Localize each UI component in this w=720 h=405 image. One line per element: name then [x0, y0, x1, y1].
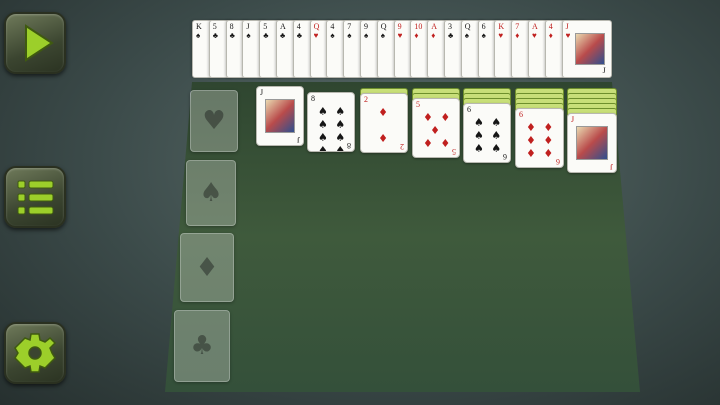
stock-card-rank: 7 [347, 22, 352, 31]
tableau-card[interactable]: 5 5 ♦ ♦ ♦ ♦ ♦ [412, 98, 460, 158]
stock-card-rank: 4 [330, 22, 335, 31]
stock-card-rank: 9 [364, 22, 368, 31]
stock-card-rank: 5 [212, 22, 217, 31]
stock-card-rank: J [246, 22, 250, 31]
card-rank-bottom: 5 [452, 147, 456, 156]
stock-card-suit: ♦ [515, 31, 520, 40]
card-rank-bottom: J [609, 162, 613, 171]
stock-card-suit: ♥ [397, 31, 403, 40]
card-pips: ♦ ♦ ♦ ♦ ♦ [423, 111, 453, 150]
menu-list-icon [17, 180, 54, 215]
tableau-card[interactable]: JJ [256, 86, 304, 146]
card-rank-bottom: J [296, 135, 300, 144]
foundation-suit-icon: ♦ [195, 252, 219, 283]
stock-card-suit: ♦ [548, 31, 553, 40]
stock-card-rank: Q [313, 22, 320, 31]
stock-card-corner: J [602, 66, 606, 75]
card-pips: ♦ ♦ ♦ ♦ ♦ ♦ [526, 121, 556, 160]
play-icon [25, 24, 54, 62]
stock-card-rank: K [498, 22, 505, 31]
stock-card-suit: ♣ [263, 31, 269, 40]
tableau-card[interactable]: JJ [567, 113, 617, 173]
foundation-suit-icon: ♠ [199, 178, 223, 208]
stock-card-rank: A [280, 22, 286, 31]
stock-card-suit: ♠ [380, 31, 386, 40]
play-button[interactable] [4, 12, 66, 74]
stock-card-suit: ♠ [246, 31, 251, 40]
stock-card-rank: A [532, 22, 538, 31]
stock-card-rank: A [431, 22, 437, 31]
foundation-slot[interactable]: ♥ [190, 90, 238, 152]
card-pips: ♦ ♦ [378, 106, 390, 145]
gear-icon [14, 333, 57, 373]
card-rank-bottom: 2 [400, 142, 404, 151]
card-pips: ♠ ♠ ♠ ♠ ♠ ♠ [474, 116, 504, 155]
stock-card-suit: ♣ [448, 31, 454, 40]
card-pips: ♠ ♠ ♠ ♠ ♠ ♠ ♠ ♠ [318, 105, 348, 152]
stock-card: J ♥ J [561, 20, 612, 78]
stock-card-rank: 8 [229, 22, 234, 31]
stock-card-suit: ♣ [296, 31, 303, 40]
card-rank-bottom: 6 [503, 152, 507, 161]
stock-card-suit: ♠ [347, 31, 352, 40]
stock-card-suit: ♥ [565, 31, 571, 40]
card-rank-bottom: 6 [556, 157, 560, 166]
stock-card-suit: ♥ [498, 31, 504, 40]
stock-card-suit: ♠ [364, 31, 369, 40]
stock-card-suit: ♣ [212, 31, 219, 40]
stock-card-suit: ♦ [414, 31, 419, 40]
stock-card-suit: ♣ [280, 31, 286, 40]
stock-card-rank: 5 [263, 22, 268, 31]
face-card-art [265, 99, 295, 133]
card-rank: 6 [467, 105, 471, 114]
stock-card-rank: 4 [548, 22, 553, 31]
face-card-art [574, 33, 605, 65]
tableau-card[interactable]: 6 6 ♦ ♦ ♦ ♦ ♦ ♦ [515, 108, 564, 168]
card-rank: 2 [364, 95, 368, 104]
stock-card-suit: ♥ [313, 31, 319, 40]
stock-card-suit: ♠ [464, 31, 470, 40]
foundation-slot[interactable]: ♣ [174, 310, 230, 382]
stock-card-suit: ♠ [196, 31, 201, 40]
foundation-slot[interactable]: ♠ [186, 160, 236, 226]
stock-card-suit: ♥ [532, 31, 537, 40]
stock-card-rank: 6 [481, 22, 486, 31]
tableau-card[interactable]: 8 8 ♠ ♠ ♠ ♠ ♠ ♠ ♠ ♠ [307, 92, 355, 152]
stock-card-suit: ♦ [431, 31, 436, 40]
tableau-card[interactable]: 2 2 ♦ ♦ [360, 93, 408, 153]
stock-card-suit: ♠ [330, 31, 335, 40]
foundation-slot[interactable]: ♦ [180, 233, 234, 302]
card-rank-bottom: 8 [347, 141, 351, 150]
card-rank: 6 [519, 110, 523, 119]
stock-card-rank: 10 [414, 22, 423, 31]
stock-card-rank: Q [380, 22, 387, 31]
stock-card-rank: 9 [397, 22, 402, 31]
stock-card-rank: 3 [448, 22, 452, 31]
stock-pile[interactable]: K ♠ 5 ♣ 8 ♣ J ♠ 5 ♣ A ♣ 4 ♣ Q ♥ 4 ♠ 7 ♠ 9 ♠ Q ♠ 9 ♥ 10 ♦ A ♦ 3 ♣ Q ♠ 6 ♠ K ♥ 7… [192, 20, 612, 78]
stock-card-rank: 4 [296, 22, 301, 31]
stock-card-suit: ♣ [229, 31, 235, 40]
stock-card-rank: 7 [515, 22, 520, 31]
card-rank: 5 [416, 100, 420, 109]
card-rank: J [260, 88, 264, 97]
tableau-card[interactable]: 6 6 ♠ ♠ ♠ ♠ ♠ ♠ [463, 103, 511, 163]
settings-button[interactable] [4, 322, 66, 384]
stock-card-rank: K [196, 22, 202, 31]
face-card-art [576, 126, 608, 160]
stock-card-suit: ♠ [481, 31, 486, 40]
menu-button[interactable] [4, 166, 66, 228]
card-rank: 8 [311, 94, 315, 103]
stock-card-rank: Q [464, 22, 471, 31]
card-rank: J [571, 115, 575, 124]
foundation-suit-icon: ♣ [190, 331, 214, 361]
stock-card-rank: J [565, 22, 569, 31]
foundation-suit-icon: ♥ [202, 106, 226, 136]
